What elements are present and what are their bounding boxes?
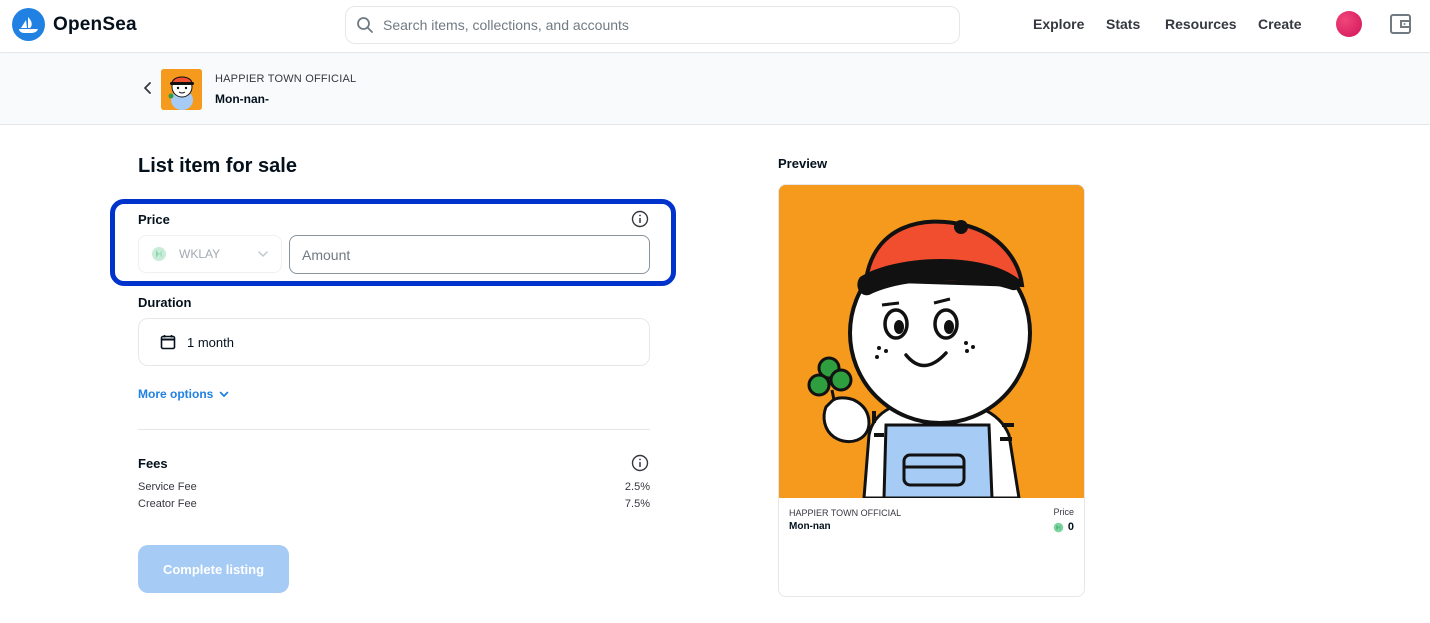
card-collection-name: HAPPIER TOWN OFFICIAL [789,508,902,518]
search-input[interactable] [383,17,943,33]
nav-explore[interactable]: Explore [1033,16,1084,32]
card-price-label: Price [1053,507,1074,517]
fee-row-creator: Creator Fee 7.5% [138,498,650,510]
search-icon [357,17,373,33]
item-breadcrumb: HAPPIER TOWN OFFICIAL Mon-nan- [0,54,1430,125]
top-nav: OpenSea Explore Stats Resources Create [0,0,1430,53]
card-item-name: Mon-nan [789,521,831,532]
preview-card[interactable]: HAPPIER TOWN OFFICIAL Mon-nan Price 0 [778,184,1085,597]
fees-label: Fees [138,456,168,471]
preview-label: Preview [778,156,828,171]
klay-token-icon [152,247,166,261]
duration-value: 1 month [187,334,234,350]
klay-token-icon [1053,522,1064,532]
currency-select[interactable]: WKLAY [138,235,282,273]
complete-listing-button[interactable]: Complete listing [138,545,289,593]
duration-picker[interactable]: 1 month [138,318,650,366]
nav-create[interactable]: Create [1258,16,1302,32]
breadcrumb-item-name: Mon-nan- [215,92,269,106]
amount-input[interactable] [302,246,632,263]
card-price: 0 [1053,521,1074,533]
item-thumbnail[interactable] [161,69,202,110]
nav-resources[interactable]: Resources [1165,16,1237,32]
nav-stats[interactable]: Stats [1106,16,1140,32]
chevron-down-icon [258,251,268,258]
amount-field[interactable] [289,235,650,274]
fee-value: 7.5% [624,498,650,510]
card-price-value: 0 [1067,521,1074,533]
wallet-icon[interactable] [1389,12,1413,36]
brand-logo[interactable]: OpenSea [12,8,137,41]
section-divider [138,429,650,430]
fees-info-icon[interactable] [631,454,649,472]
price-label: Price [138,212,170,227]
page-title: List item for sale [138,155,297,177]
fee-value: 2.5% [624,481,650,493]
back-chevron-icon[interactable] [140,76,156,100]
more-options-toggle[interactable]: More options [138,387,230,401]
calendar-icon [160,335,176,350]
breadcrumb-collection[interactable]: HAPPIER TOWN OFFICIAL [215,73,356,85]
more-options-label: More options [138,387,214,401]
profile-avatar[interactable] [1336,11,1362,37]
price-info-icon[interactable] [631,210,649,228]
fee-name: Creator Fee [138,498,197,510]
currency-value: WKLAY [179,247,221,261]
opensea-logo-icon [12,8,45,41]
search-bar[interactable] [345,6,960,44]
nft-artwork [779,185,1084,500]
chevron-down-icon [219,391,229,398]
brand-name: OpenSea [53,13,137,35]
fee-row-service: Service Fee 2.5% [138,481,650,493]
fee-name: Service Fee [138,481,197,493]
duration-label: Duration [138,295,192,310]
